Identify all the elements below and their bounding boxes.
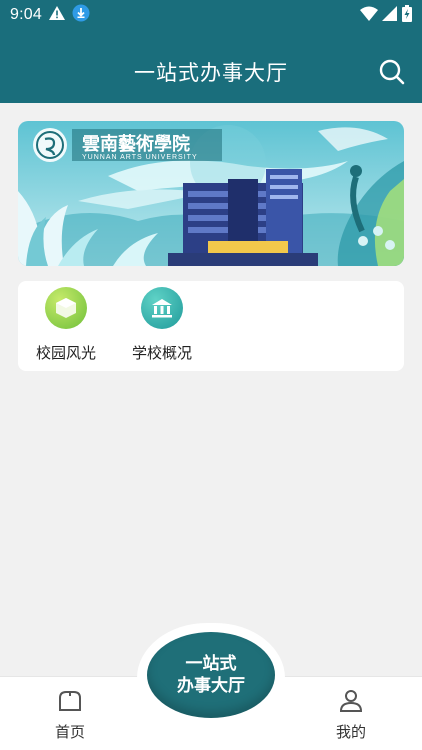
one-stop-hall-button[interactable]: 一站式 办事大厅 [147, 632, 275, 718]
school-banner[interactable]: 雲南藝術學院 YUNNAN ARTS UNIVERSITY [18, 121, 404, 266]
campus-scenery-icon [45, 287, 87, 329]
battery-charging-icon [402, 4, 412, 26]
status-bar: 9:04 [0, 0, 422, 30]
wifi-icon [360, 6, 378, 25]
search-icon[interactable] [378, 58, 406, 86]
center-button-line2: 办事大厅 [177, 676, 245, 696]
tab-home[interactable]: 首页 [35, 689, 105, 742]
banner-school-name-cn: 雲南藝術學院 [82, 133, 190, 155]
shortcut-card: 校园风光 学校概况 [18, 281, 404, 371]
page-title: 一站式办事大厅 [134, 61, 288, 85]
user-icon [316, 689, 386, 717]
shortcut-label: 校园风光 [35, 344, 96, 362]
shortcut-school-overview[interactable]: 学校概况 [117, 287, 207, 363]
download-icon [72, 4, 90, 26]
tab-mine-label: 我的 [335, 723, 366, 741]
warning-icon [48, 5, 66, 25]
status-time: 9:04 [10, 6, 42, 23]
school-building-icon [141, 287, 183, 329]
app-bar: 一站式办事大厅 [0, 30, 422, 103]
home-icon [35, 689, 105, 717]
banner-illustration: 雲南藝術學院 YUNNAN ARTS UNIVERSITY [18, 121, 404, 266]
tab-home-label: 首页 [54, 723, 85, 741]
shortcut-label: 学校概况 [131, 344, 192, 362]
center-button-line1: 一站式 [185, 654, 237, 674]
signal-icon [382, 5, 398, 25]
tab-mine[interactable]: 我的 [316, 689, 386, 742]
shortcut-campus-scenery[interactable]: 校园风光 [21, 287, 111, 363]
banner-school-name-en: YUNNAN ARTS UNIVERSITY [82, 154, 198, 161]
